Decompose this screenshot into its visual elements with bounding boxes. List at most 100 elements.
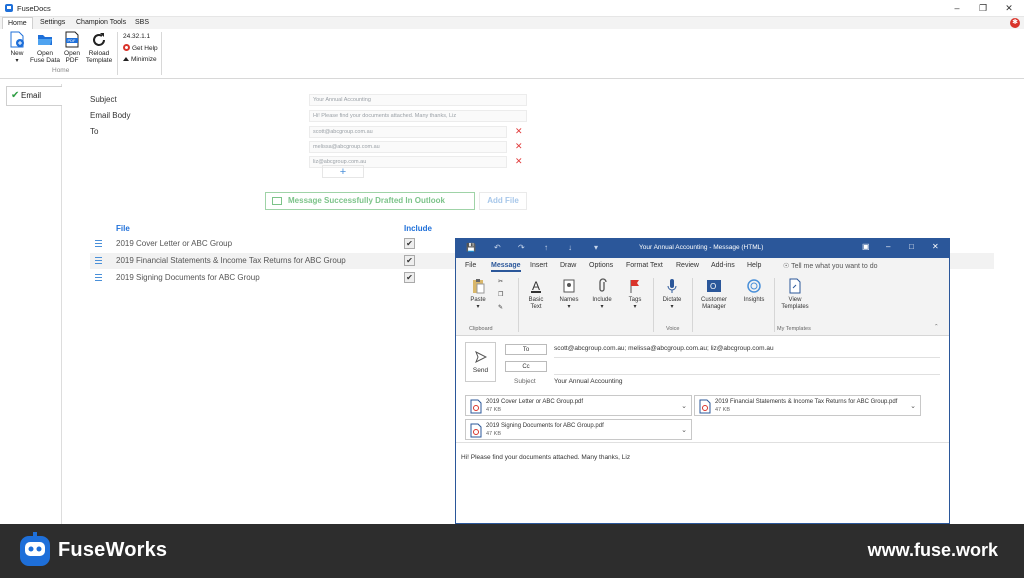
maximize-window-button[interactable]: □ [909,242,914,251]
sidebar-item-email[interactable]: ✔ Email [6,86,62,106]
attachment[interactable]: 2019 Cover Letter or ABC Group.pdf 47 KB… [465,395,692,416]
tab-file[interactable]: File [465,262,476,269]
format-painter-icon[interactable]: ✎ [498,305,503,312]
new-button[interactable]: New ▾ [6,31,28,65]
remove-recipient-icon[interactable]: ✕ [515,126,523,137]
send-icon [475,351,487,363]
maximize-window-button[interactable]: ❐ [972,0,994,16]
ribbon-display-options-icon[interactable]: ▣ [862,242,870,251]
tab-settings[interactable]: Settings [35,17,70,29]
outlook-ribbon: Paste ▾ ✂ ❐ ✎ Clipboard A Basic Text Name… [456,274,949,336]
minimize-ribbon-button[interactable]: Minimize [123,56,157,63]
cc-button[interactable]: Cc [505,361,547,372]
drag-handle-icon[interactable] [95,257,102,264]
tab-review[interactable]: Review [676,262,699,269]
remove-recipient-icon[interactable]: ✕ [515,141,523,152]
open-fuse-data-button[interactable]: Open Fuse Data [30,31,60,64]
customize-quick-access-icon[interactable]: ▾ [594,243,598,252]
message-body[interactable]: Hi! Please find your documents attached.… [461,454,630,461]
include-checkbox[interactable]: ✔ [404,272,415,283]
dictate-button[interactable]: Dictate ▾ [657,278,687,311]
include-button[interactable]: Include ▾ [589,278,615,311]
tags-label: Tags [628,297,642,303]
recipient-field[interactable]: melissa@abcgroup.com.au [309,141,507,153]
fusedocs-app-icon [5,4,13,12]
tab-add-ins[interactable]: Add-ins [711,262,735,269]
help-lifebuoy-icon[interactable]: ✱ [1010,18,1020,28]
chevron-down-icon[interactable]: ⌄ [681,426,687,434]
status-banner: Message Successfully Drafted In Outlook [265,192,475,210]
recipient-field[interactable]: scott@abcgroup.com.au [309,126,507,138]
get-help-label: Get Help [132,45,158,52]
drag-handle-icon[interactable] [95,240,102,247]
customer-manager-button[interactable]: O Customer Manager [696,278,732,311]
minimize-window-button[interactable]: – [946,0,968,16]
attachment[interactable]: 2019 Financial Statements & Income Tax R… [694,395,921,416]
tab-help[interactable]: Help [747,262,761,269]
collapse-arrow-icon [123,57,129,61]
subject-field[interactable]: Your Annual Accounting [554,378,622,385]
up-arrow-icon[interactable]: ↑ [544,243,548,252]
clipboard-group-label: Clipboard [469,326,493,332]
file-name: 2019 Signing Documents for ABC Group [116,273,260,282]
reload-icon [93,33,105,46]
attachment[interactable]: 2019 Signing Documents for ABC Group.pdf… [465,419,692,440]
copy-icon[interactable]: ❐ [498,292,503,299]
attachment-name: 2019 Financial Statements & Income Tax R… [715,399,898,405]
email-body-field[interactable]: Hi! Please find your documents attached.… [309,110,527,122]
brand-name: FuseWorks [58,539,168,561]
to-recipients[interactable]: scott@abcgroup.com.au; melissa@abcgroup.… [554,345,774,352]
subject-field[interactable]: Your Annual Accounting [309,94,527,106]
paste-label: Paste [470,297,486,303]
down-arrow-icon[interactable]: ↓ [568,243,572,252]
close-window-button[interactable]: ✕ [998,0,1020,16]
paste-button[interactable]: Paste ▾ [466,278,490,311]
cut-icon[interactable]: ✂ [498,279,503,286]
names-label: Names [559,297,579,303]
tab-draw[interactable]: Draw [560,262,576,269]
ribbon-separator [774,278,775,332]
open-pdf-button[interactable]: PDF Open PDF [61,31,83,64]
chevron-down-icon[interactable]: ⌄ [910,402,916,410]
tab-format-text[interactable]: Format Text [626,262,663,269]
tab-sbs[interactable]: SBS [130,17,154,29]
include-checkbox[interactable]: ✔ [404,238,415,249]
get-help-button[interactable]: Get Help [123,44,158,52]
include-checkbox[interactable]: ✔ [404,255,415,266]
to-button[interactable]: To [505,344,547,355]
tell-me-search[interactable]: ☉ Tell me what you want to do [783,262,878,270]
tab-insert[interactable]: Insert [530,262,548,269]
tab-message[interactable]: Message [491,262,521,272]
field-divider [554,357,940,358]
redo-icon[interactable]: ↷ [518,243,525,252]
insights-button[interactable]: Insights [739,278,769,304]
send-label: Send [472,367,489,374]
view-templates-button[interactable]: View Templates [778,278,812,311]
tags-button[interactable]: Tags ▾ [624,278,646,311]
tab-champion-tools[interactable]: Champion Tools [71,17,131,29]
save-icon[interactable]: 💾 [466,243,476,252]
outlook-tabs: File Message Insert Draw Options Format … [456,258,949,274]
names-button[interactable]: Names ▾ [557,278,581,311]
basic-text-button[interactable]: A Basic Text [524,278,548,311]
tab-home[interactable]: Home [2,17,33,29]
undo-icon[interactable]: ↶ [494,243,501,252]
drag-handle-icon[interactable] [95,274,102,281]
folder-icon [38,35,52,45]
add-file-button[interactable]: Add File [479,192,527,210]
collapse-ribbon-icon[interactable]: ⌃ [934,324,939,330]
body-divider [456,442,949,443]
fusedocs-titlebar: FuseDocs – ❐ ✕ [0,0,1024,17]
envelope-icon [272,197,282,205]
tab-options[interactable]: Options [589,262,613,269]
add-recipient-button[interactable]: + [322,165,364,178]
customer-manager-label: Customer Manager [700,297,727,310]
minimize-window-button[interactable]: – [886,242,890,251]
remove-recipient-icon[interactable]: ✕ [515,156,523,167]
reload-template-button[interactable]: Reload Template [84,31,114,64]
send-button[interactable]: Send [465,342,496,382]
chevron-down-icon[interactable]: ⌄ [681,402,687,410]
close-window-button[interactable]: ✕ [932,242,939,251]
file-name: 2019 Cover Letter or ABC Group [116,239,233,248]
templates-icon [789,278,801,294]
